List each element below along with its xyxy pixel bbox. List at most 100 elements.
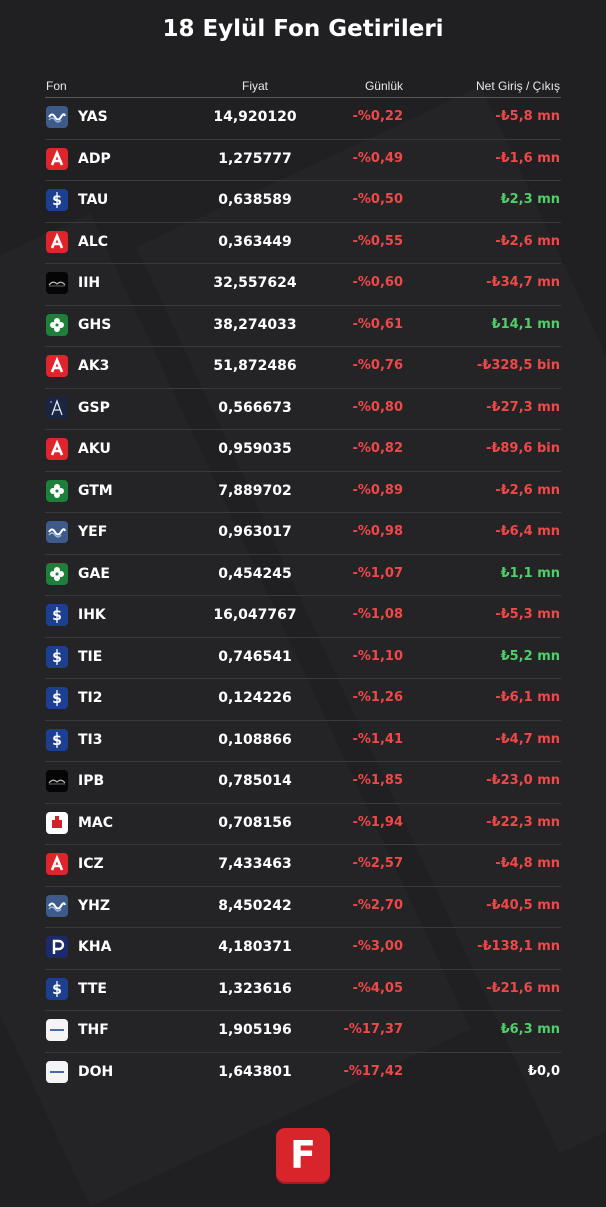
- fund-code: TIE: [78, 648, 103, 665]
- net-flow: ₺5,2 mn: [500, 648, 560, 664]
- brand-letter: F: [290, 1133, 316, 1177]
- fund-price: 51,872486: [213, 358, 297, 374]
- net-flow: -₺5,8 mn: [495, 109, 560, 124]
- p-letter-logo-icon: [46, 936, 68, 958]
- fund-price: 8,450242: [218, 897, 292, 914]
- table-row: GSP 0,566673 -%0,80 -₺27,3 mn: [45, 389, 561, 430]
- net-flow: -₺5,3 mn: [495, 607, 560, 622]
- net-flow: -₺138,1 mn: [477, 939, 560, 954]
- net-flow: -₺328,5 bin: [476, 358, 560, 373]
- net-flow: -₺27,3 mn: [486, 399, 560, 415]
- net-flow: ₺2,3 mn: [500, 192, 560, 207]
- net-flow: -₺2,6 mn: [495, 233, 560, 249]
- fund-price: 7,889702: [218, 482, 292, 499]
- fund-code: TTE: [78, 980, 107, 997]
- fund-code: TI3: [78, 731, 103, 748]
- ak-logo-icon: [46, 853, 68, 875]
- fund-code: ICZ: [78, 856, 104, 872]
- clover-logo-icon: [46, 313, 68, 336]
- table-row: AKU 0,959035 -%0,82 -₺89,6 bin: [45, 430, 561, 472]
- daily-return: -%0,61: [352, 316, 404, 332]
- table-row: THF 1,905196 -%17,37 ₺6,3 mn: [45, 1011, 561, 1053]
- dark-logo-icon: [46, 770, 68, 792]
- net-flow: -₺89,6 bin: [485, 441, 560, 456]
- table-row: GTM 7,889702 -%0,89 -₺2,6 mn: [45, 472, 561, 513]
- fund-price: 16,047767: [213, 607, 297, 623]
- fund-price: 0,454245: [218, 565, 292, 582]
- daily-return: -%2,57: [352, 856, 404, 871]
- fund-code: AK3: [78, 358, 110, 374]
- table-row: $ TTE 1,323616 -%4,05 -₺21,6 mn: [45, 970, 561, 1011]
- daily-return: -%0,76: [352, 358, 404, 373]
- daily-return: -%17,42: [343, 1063, 403, 1079]
- isbank-logo-icon: $: [46, 604, 68, 626]
- clover-logo-icon: [46, 479, 68, 502]
- white-logo-icon: [46, 1019, 68, 1041]
- ak-logo-icon: [46, 147, 68, 170]
- table-row: $ TI3 0,108866 -%1,41 -₺4,7 mn: [45, 721, 561, 762]
- fund-code: YHZ: [78, 897, 111, 914]
- table-row: $ TI2 0,124226 -%1,26 -₺6,1 mn: [45, 679, 561, 721]
- fund-price: 4,180371: [218, 939, 292, 955]
- daily-return: -%0,82: [352, 441, 404, 456]
- fund-code: IIH: [78, 275, 101, 291]
- net-flow: -₺4,7 mn: [495, 731, 560, 747]
- ak-logo-icon: [46, 230, 68, 253]
- net-flow: -₺21,6 mn: [486, 980, 560, 996]
- isbank-logo-icon: $: [46, 645, 68, 668]
- table-row: IPB 0,785014 -%1,85 -₺23,0 mn: [45, 762, 561, 804]
- table-row: ALC 0,363449 -%0,55 -₺2,6 mn: [45, 223, 561, 264]
- fund-code: KHA: [78, 939, 112, 955]
- fund-code: ADP: [78, 150, 111, 167]
- fund-price: 1,275777: [218, 150, 292, 167]
- fund-code: YAS: [78, 109, 108, 125]
- net-flow: -₺6,4 mn: [495, 524, 560, 539]
- fund-table: Fon Fiyat Günlük Net Giriş / Çıkış YAS 14…: [45, 75, 561, 1093]
- daily-return: -%1,07: [352, 565, 404, 581]
- fund-code: IHK: [78, 607, 106, 623]
- daily-return: -%0,49: [352, 150, 404, 166]
- daily-return: -%3,00: [352, 939, 404, 954]
- net-flow: -₺2,6 mn: [495, 482, 560, 498]
- fund-price: 0,566673: [218, 399, 292, 416]
- fund-price: 0,108866: [218, 731, 292, 748]
- fund-price: 14,920120: [213, 109, 297, 125]
- table-row: ICZ 7,433463 -%2,57 -₺4,8 mn: [45, 845, 561, 887]
- fund-code: THF: [78, 1022, 109, 1038]
- wave-logo-icon: [46, 894, 68, 917]
- fund-code: YEF: [78, 524, 108, 540]
- net-flow: -₺4,8 mn: [495, 856, 560, 871]
- daily-return: -%0,50: [352, 192, 404, 207]
- fund-price: 0,963017: [218, 524, 292, 540]
- fund-price: 1,643801: [218, 1063, 292, 1080]
- table-row: $ TIE 0,746541 -%1,10 ₺5,2 mn: [45, 638, 561, 679]
- table-row: MAC 0,708156 -%1,94 -₺22,3 mn: [45, 804, 561, 845]
- daily-return: -%0,98: [352, 524, 404, 539]
- fund-code: AKU: [78, 441, 111, 457]
- table-row: YAS 14,920120 -%0,22 -₺5,8 mn: [45, 98, 561, 140]
- net-flow: ₺0,0: [527, 1063, 560, 1079]
- white-logo-icon: [46, 1060, 68, 1083]
- header-net: Net Giriş / Çıkış: [475, 79, 560, 93]
- table-body: YAS 14,920120 -%0,22 -₺5,8 mn ADP 1,275777 -%0…: [45, 98, 561, 1093]
- daily-return: -%1,85: [352, 773, 404, 788]
- fund-price: 0,124226: [218, 690, 292, 706]
- fund-price: 0,363449: [218, 233, 292, 250]
- net-flow: -₺40,5 mn: [486, 897, 560, 913]
- fund-code: TI2: [78, 690, 103, 706]
- net-flow: -₺6,1 mn: [495, 690, 560, 705]
- net-flow: -₺34,7 mn: [486, 275, 560, 290]
- ak-logo-icon: [46, 355, 68, 377]
- fund-price: 1,323616: [218, 980, 292, 997]
- fund-price: 0,959035: [218, 441, 292, 457]
- header-fon: Fon: [46, 79, 67, 93]
- fund-code: MAC: [78, 814, 114, 831]
- table-header: Fon Fiyat Günlük Net Giriş / Çıkış: [45, 75, 561, 98]
- daily-return: -%0,89: [352, 482, 404, 498]
- header-price: Fiyat: [241, 79, 268, 93]
- net-flow: ₺1,1 mn: [500, 565, 560, 581]
- net-flow: -₺22,3 mn: [486, 814, 560, 830]
- daily-return: -%0,55: [352, 233, 404, 249]
- brand-logo: F: [276, 1128, 330, 1182]
- daily-return: -%2,70: [352, 897, 404, 913]
